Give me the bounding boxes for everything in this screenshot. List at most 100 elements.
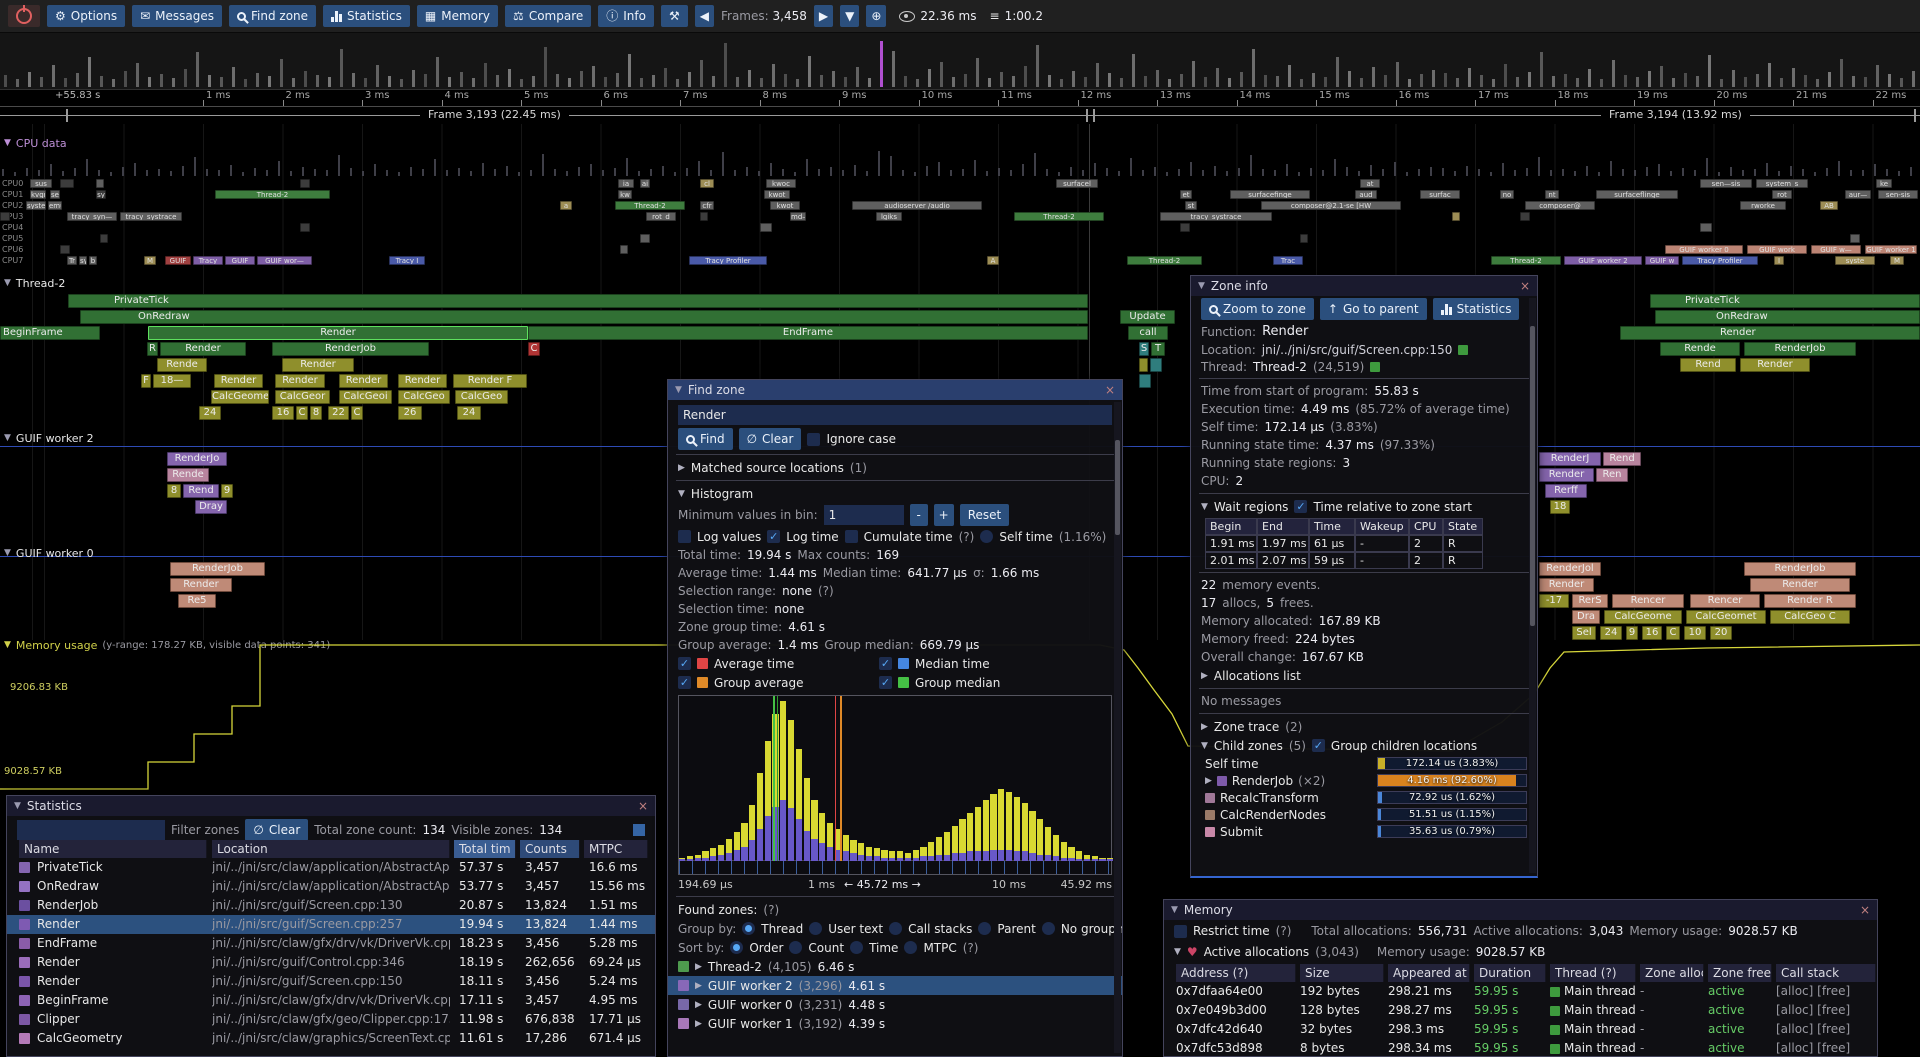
timeline-zone[interactable]: Render	[398, 374, 447, 388]
clear-filter-button[interactable]: ∅Clear	[245, 819, 308, 841]
table-row[interactable]: Renderjni/../jni/src/guif/Control.cpp:34…	[7, 953, 655, 972]
self-time-radio[interactable]	[980, 530, 993, 543]
reset-button[interactable]: Reset	[960, 504, 1010, 526]
toolbar-button-messages[interactable]: ✉Messages	[132, 5, 222, 27]
toolbar-button-info[interactable]: ⓘInfo	[598, 5, 654, 27]
timeline-zone[interactable]: Rende	[1660, 342, 1740, 356]
timeline-zone[interactable]: Sel	[1572, 626, 1596, 640]
timeline-zone[interactable]: RenderJo	[167, 452, 227, 466]
tools-button[interactable]: ⚒	[661, 5, 688, 27]
child-zone-row[interactable]: Submit35.63 us (0.79%)	[1191, 823, 1537, 840]
column-header[interactable]: Total tim	[454, 840, 516, 858]
timeline-zone[interactable]: Rend	[1680, 358, 1736, 372]
timeline-zone[interactable]: Rend	[183, 484, 219, 498]
search-input[interactable]	[678, 405, 1112, 425]
child-zone-row[interactable]: Self time172.14 us (3.83%)	[1191, 755, 1537, 772]
allocation-row[interactable]: 0x7dfc53d8988 bytes298.34 ms59.95 sMain …	[1164, 1039, 1877, 1057]
timeline-zone[interactable]: Render R	[1764, 594, 1856, 608]
wait-region-row[interactable]: 2.01 ms2.07 ms59 μs-2R	[1191, 552, 1537, 569]
child-zones-header[interactable]: ▼ Child zones (5) ✓ Group children locat…	[1191, 736, 1537, 755]
table-row[interactable]: RenderJobjni/../jni/src/guif/Screen.cpp:…	[7, 896, 655, 915]
table-row[interactable]: EndFramejni/../jni/src/claw/gfx/drv/vk/D…	[7, 934, 655, 953]
column-header[interactable]: Thread (?)	[1550, 964, 1636, 982]
timeline-zone[interactable]: C	[528, 342, 540, 356]
child-zone-row[interactable]: CalcRenderNodes51.51 us (1.15%)	[1191, 806, 1537, 823]
timeline-zone[interactable]: 9	[221, 484, 233, 498]
toolbar-button-memory[interactable]: ▦Memory	[417, 5, 498, 27]
timeline-zone[interactable]: 16	[1642, 626, 1662, 640]
timeline-zone[interactable]: Dray	[195, 500, 227, 514]
child-zone-row[interactable]: ▶RenderJob(×2)4.16 ms (92.60%)	[1191, 772, 1537, 789]
timeline-zone[interactable]: CalcGeome	[211, 390, 269, 404]
timeline-zone[interactable]: Rerff	[1545, 484, 1587, 498]
histogram-header[interactable]: ▼ Histogram	[668, 484, 1122, 503]
expand-icon[interactable]: ▶	[1201, 671, 1208, 681]
table-row[interactable]: Renderjni/../jni/src/guif/Screen.cpp:150…	[7, 972, 655, 991]
zone-trace-header[interactable]: ▶ Zone trace (2)	[1191, 717, 1537, 736]
thread-label[interactable]: ▼GUIF worker 0	[4, 546, 94, 560]
find-zone-titlebar[interactable]: ▼ Find zone ×	[668, 380, 1122, 400]
power-button[interactable]	[8, 5, 40, 27]
timeline-zone[interactable]: Render	[214, 374, 263, 388]
timeline-zone[interactable]: Render	[339, 374, 388, 388]
radio-button[interactable]	[730, 941, 743, 954]
legend-checkbox[interactable]: ✓	[879, 657, 892, 670]
wait-regions-header[interactable]: ▼ Wait regions ✓ Time relative to zone s…	[1191, 497, 1537, 516]
min-bin-increase-button[interactable]: +	[934, 504, 954, 526]
allocation-row[interactable]: 0x7dfc42d64032 bytes298.3 ms59.95 sMain …	[1164, 1020, 1877, 1039]
table-row[interactable]: Clipperjni/../jni/src/claw/gfx/geo/Clipp…	[7, 1010, 655, 1029]
timeline-zone[interactable]: 26	[398, 406, 422, 420]
radio-button[interactable]	[904, 941, 917, 954]
thread-cell[interactable]: Main thread	[1550, 1039, 1636, 1057]
toolbar-button-statistics[interactable]: Statistics	[323, 5, 410, 27]
legend-checkbox[interactable]: ✓	[879, 676, 892, 689]
timeline-zone[interactable]: -17	[1539, 594, 1569, 608]
thread-label[interactable]: ▼GUIF worker 2	[4, 431, 94, 445]
zone-info-button-statistics[interactable]: Statistics	[1433, 298, 1520, 320]
column-header[interactable]: Duration	[1474, 964, 1546, 982]
next-frame-button[interactable]: ▶	[814, 5, 833, 27]
restrict-time-checkbox[interactable]	[1174, 925, 1187, 938]
timeline-zone[interactable]: CalcGeoi	[339, 390, 392, 404]
timeline-zone[interactable]	[1139, 374, 1151, 388]
expand-icon[interactable]: ▶	[695, 981, 702, 991]
table-row[interactable]: Renderjni/../jni/src/guif/Screen.cpp:257…	[7, 915, 655, 934]
collapse-icon[interactable]: ▼	[14, 801, 21, 811]
expand-icon[interactable]: ▶	[1205, 776, 1212, 786]
scrollbar[interactable]	[1114, 402, 1121, 1053]
call-stack-cell[interactable]: [alloc] [free]	[1776, 1001, 1876, 1020]
timeline-zone[interactable]: 8	[167, 484, 181, 498]
log-time-checkbox[interactable]: ✓	[767, 530, 780, 543]
timeline-zone[interactable]: Render	[1740, 358, 1810, 372]
timeline-zone[interactable]: Dra	[1572, 610, 1600, 624]
call-stack-cell[interactable]: [alloc] [free]	[1776, 1020, 1876, 1039]
thread-cell[interactable]: Main thread	[1550, 1001, 1636, 1020]
scrollbar[interactable]	[1529, 298, 1536, 873]
timeline-zone[interactable]: CalcGeo C	[1770, 610, 1850, 624]
column-header[interactable]: Size	[1300, 964, 1384, 982]
timeline-zone[interactable]: Re5	[178, 594, 216, 608]
column-header[interactable]: Zone alloc	[1640, 964, 1704, 982]
timeline-zone[interactable]: Rencer	[1612, 594, 1684, 608]
timeline-zone[interactable]: Render	[1539, 468, 1594, 482]
timeline-zone[interactable]: 18	[1550, 500, 1570, 514]
table-row[interactable]: PrivateTickjni/../jni/src/claw/applicati…	[7, 858, 655, 877]
radio-button[interactable]	[850, 941, 863, 954]
min-bin-input[interactable]	[824, 505, 904, 525]
timeline-zone[interactable]: 20	[1710, 626, 1732, 640]
zone-info-titlebar[interactable]: ▼ Zone info ×	[1191, 276, 1537, 296]
radio-button[interactable]	[1042, 922, 1055, 935]
collapse-icon[interactable]: ▼	[4, 278, 11, 288]
timeline-zone[interactable]: CalcGeome	[1604, 610, 1682, 624]
find-button[interactable]: Find	[678, 428, 733, 450]
thread-label[interactable]: ▼Thread-2	[4, 276, 65, 290]
column-header[interactable]: Counts	[520, 840, 580, 858]
timeline-zone[interactable]: Render	[275, 374, 325, 388]
toolbar-button-compare[interactable]: ⚖Compare	[505, 5, 591, 27]
timeline-zone[interactable]: C	[1666, 626, 1680, 640]
timeline-zone[interactable]: 24	[199, 406, 221, 420]
timeline-zone[interactable]: Render	[170, 578, 232, 592]
radio-button[interactable]	[889, 922, 902, 935]
child-zone-row[interactable]: RecalcTransform72.92 us (1.62%)	[1191, 789, 1537, 806]
allocation-row[interactable]: 0x7e049b3d00128 bytes298.27 ms59.95 sMai…	[1164, 1001, 1877, 1020]
